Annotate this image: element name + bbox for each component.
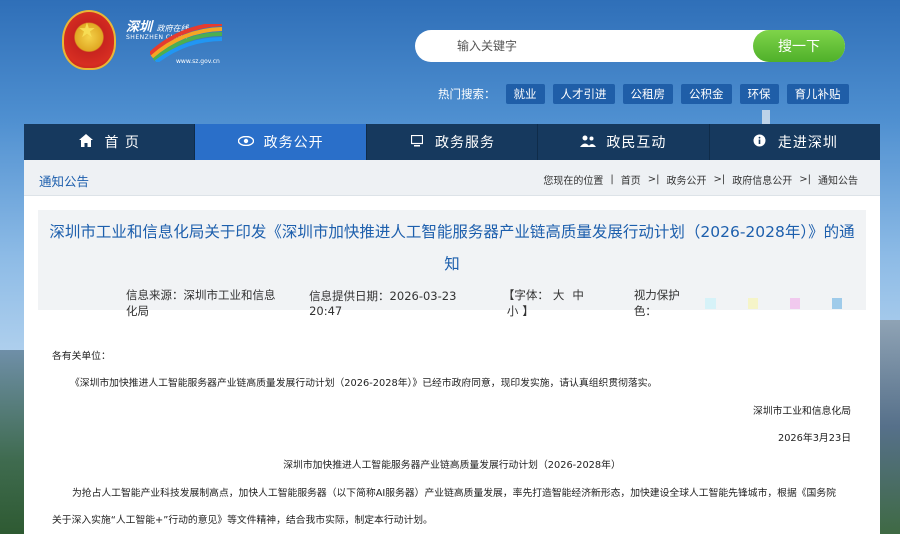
article-signature: 深圳市工业和信息化局 xyxy=(753,406,851,417)
article-source: 信息来源：深圳市工业和信息化局 xyxy=(126,288,276,318)
nav-item-citizen-interaction[interactable]: 政民互动 xyxy=(538,124,710,160)
search-bar: 搜一下 xyxy=(415,30,845,62)
home-icon xyxy=(78,134,94,150)
document-title: 深圳市加快推进人工智能服务器产业链高质量发展行动计划（2026-2028年） xyxy=(283,460,621,471)
article-title: 深圳市工业和信息化局关于印发《深圳市加快推进人工智能服务器产业链高质量发展行动计… xyxy=(49,223,855,273)
content-panel: 通知公告 您现在的位置 | 首页 >| 政务公开 >| 政府信息公开 >| 通知… xyxy=(24,160,880,534)
nav-label-home: 首 页 xyxy=(104,135,140,151)
font-size-close: 】 xyxy=(522,304,534,318)
background-city-left xyxy=(0,350,26,534)
emblem-star-icon: ★ xyxy=(78,18,96,42)
monitor-icon xyxy=(409,134,425,150)
article-meta: 信息来源：深圳市工业和信息化局 信息提供日期：2026-03-23 20:47 … xyxy=(126,287,866,319)
hot-tag-public-housing[interactable]: 公租房 xyxy=(622,84,673,104)
hot-tag-talent[interactable]: 人才引进 xyxy=(552,84,615,104)
breadcrumb-separator: | xyxy=(610,174,614,185)
info-icon xyxy=(752,134,768,150)
main-nav: 首 页 政务公开 政务服务 政民互动 走进深圳 xyxy=(24,124,880,160)
nav-item-about-shenzhen[interactable]: 走进深圳 xyxy=(710,124,880,160)
nav-label-citizen-interaction: 政民互动 xyxy=(606,135,667,151)
hot-tag-housing-fund[interactable]: 公积金 xyxy=(681,84,732,104)
search-input[interactable] xyxy=(457,37,747,55)
eye-care-color-yellow[interactable] xyxy=(747,297,758,309)
eye-care-color-pink[interactable] xyxy=(789,297,800,309)
people-icon xyxy=(580,135,597,150)
article-paragraph: 《深圳市加快推进人工智能服务器产业链高质量发展行动计划（2026-2028年）》… xyxy=(70,378,658,389)
font-size-label: 【字体： xyxy=(502,288,549,302)
breadcrumb-label: 您现在的位置 xyxy=(543,176,604,187)
font-size-small[interactable]: 小 xyxy=(507,304,519,318)
nav-item-home[interactable]: 首 页 xyxy=(24,124,196,160)
hot-tag-environment[interactable]: 环保 xyxy=(739,84,779,104)
section-bar: 通知公告 您现在的位置 | 首页 >| 政务公开 >| 政府信息公开 >| 通知… xyxy=(24,160,880,196)
article-paragraph: 为抢占人工智能产业科技发展制高点，加快人工智能服务器（以下简称AI服务器）产业链… xyxy=(72,488,836,499)
nav-item-open-government[interactable]: 政务公开 xyxy=(195,124,367,160)
eye-care-color-blue[interactable] xyxy=(831,297,842,309)
article-paragraph: 关于深入实施“人工智能+”行动的意见》等文件精神，结合我市实际，制定本行动计划。 xyxy=(52,515,433,526)
background-city-right xyxy=(878,320,900,534)
nav-item-government-services[interactable]: 政务服务 xyxy=(367,124,539,160)
hot-tag-jobs[interactable]: 就业 xyxy=(505,84,545,104)
eye-care-label: 视力保护色： xyxy=(633,288,680,318)
breadcrumb-link-info-disclosure[interactable]: 政府信息公开 xyxy=(732,172,792,187)
breadcrumb-link-home[interactable]: 首页 xyxy=(621,172,641,187)
logo-ribbon-icon xyxy=(150,24,222,62)
logo-url: www.sz.gov.cn xyxy=(176,58,220,65)
font-size-large[interactable]: 大 xyxy=(553,288,565,302)
font-size-medium[interactable]: 中 xyxy=(572,288,584,302)
search-button[interactable]: 搜一下 xyxy=(753,30,845,62)
article-sign-date: 2026年3月23日 xyxy=(777,433,851,444)
article-header: 深圳市工业和信息化局关于印发《深圳市加快推进人工智能服务器产业链高质量发展行动计… xyxy=(38,210,866,318)
hot-search-row: 热门搜索： 就业 人才引进 公租房 公积金 环保 育儿补贴 xyxy=(438,84,857,104)
hot-search-label: 热门搜索： xyxy=(438,87,496,101)
eye-care-color-cyan[interactable] xyxy=(705,297,716,309)
breadcrumb-link-open-government[interactable]: 政务公开 xyxy=(667,172,707,187)
nav-label-government-services: 政务服务 xyxy=(435,135,496,151)
article-salutation: 各有关单位： xyxy=(52,351,111,362)
section-title[interactable]: 通知公告 xyxy=(39,171,89,190)
breadcrumb-separator: >| xyxy=(799,174,811,185)
breadcrumb-separator: >| xyxy=(647,174,660,185)
breadcrumb-separator: >| xyxy=(713,174,726,185)
eye-icon xyxy=(237,135,254,149)
hot-tag-childcare-subsidy[interactable]: 育儿补贴 xyxy=(786,84,849,104)
breadcrumb-link-notices[interactable]: 通知公告 xyxy=(818,172,858,187)
nav-label-about-shenzhen: 走进深圳 xyxy=(777,135,838,151)
font-size-controls: 【字体： 大中小】 xyxy=(503,287,610,319)
nav-label-open-government: 政务公开 xyxy=(263,135,324,151)
article-date: 信息提供日期：2026-03-23 20:47 xyxy=(309,289,457,318)
breadcrumb: 您现在的位置 | 首页 >| 政务公开 >| 政府信息公开 >| 通知公告 xyxy=(543,172,858,187)
logo-title: 深圳 xyxy=(126,20,153,35)
